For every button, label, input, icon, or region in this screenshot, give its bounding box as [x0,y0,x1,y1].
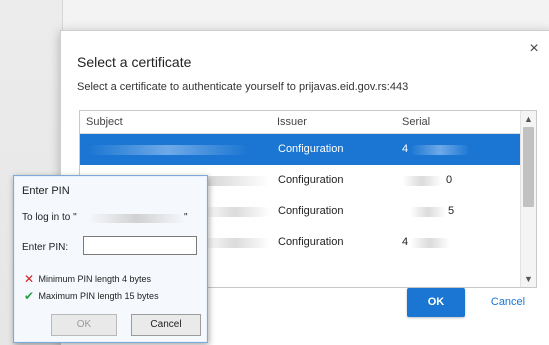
cell-issuer: Configuration [278,236,344,248]
pin-dialog-title: Enter PIN [22,185,70,197]
close-icon[interactable]: × [526,41,542,57]
desktop: × Select a certificate Select a certific… [0,0,549,345]
redacted-subject [88,145,248,155]
login-target-label: To log in to " [22,212,77,223]
pin-field-label: Enter PIN: [22,242,69,253]
pin-ok-button[interactable]: OK [51,314,117,336]
pin-cancel-button[interactable]: Cancel [131,314,201,336]
cell-serial: 5 [448,205,455,217]
column-header-issuer[interactable]: Issuer [277,116,307,128]
redacted-login-target [89,214,185,223]
scroll-up-icon[interactable]: ▲ [521,112,536,126]
requirement-max-length: ✔ Maximum PIN length 15 bytes [24,289,159,303]
dialog-title: Select a certificate [77,54,192,70]
redacted-serial [410,207,446,217]
column-header-subject[interactable]: Subject [86,116,123,128]
scroll-thumb[interactable] [523,127,534,207]
cancel-button[interactable]: Cancel [479,288,537,317]
cell-issuer: Configuration [278,205,344,217]
vertical-scrollbar[interactable]: ▲ ▼ [520,111,536,287]
cell-serial: 4 [402,236,409,248]
requirement-min-length: ✕ Minimum PIN length 4 bytes [24,272,151,286]
enter-pin-dialog: Enter PIN To log in to " " Enter PIN: ✕ … [13,175,208,343]
redacted-serial [402,176,442,186]
redacted-subject [200,238,270,248]
ok-button[interactable]: OK [407,288,465,317]
redacted-serial [410,238,450,248]
scroll-down-icon[interactable]: ▼ [521,272,536,286]
requirement-text: Minimum PIN length 4 bytes [38,274,152,284]
table-row[interactable]: Configuration 4 [80,134,520,165]
login-target-quote: " [184,212,188,223]
cell-issuer: Configuration [278,174,344,186]
requirement-text: Maximum PIN length 15 bytes [38,291,159,301]
dialog-subtitle: Select a certificate to authenticate you… [77,81,409,93]
pin-dialog-body: Enter PIN To log in to " " Enter PIN: ✕ … [15,177,206,341]
cross-icon: ✕ [24,272,35,286]
column-header-serial[interactable]: Serial [402,116,430,128]
redacted-serial [410,145,470,155]
pin-input[interactable] [83,236,197,255]
cell-serial: 0 [446,174,453,186]
table-header: Subject Issuer Serial [80,111,520,134]
check-icon: ✔ [24,289,35,303]
redacted-subject [200,207,270,217]
cell-serial: 4 [402,143,409,155]
cell-issuer: Configuration [278,143,344,155]
